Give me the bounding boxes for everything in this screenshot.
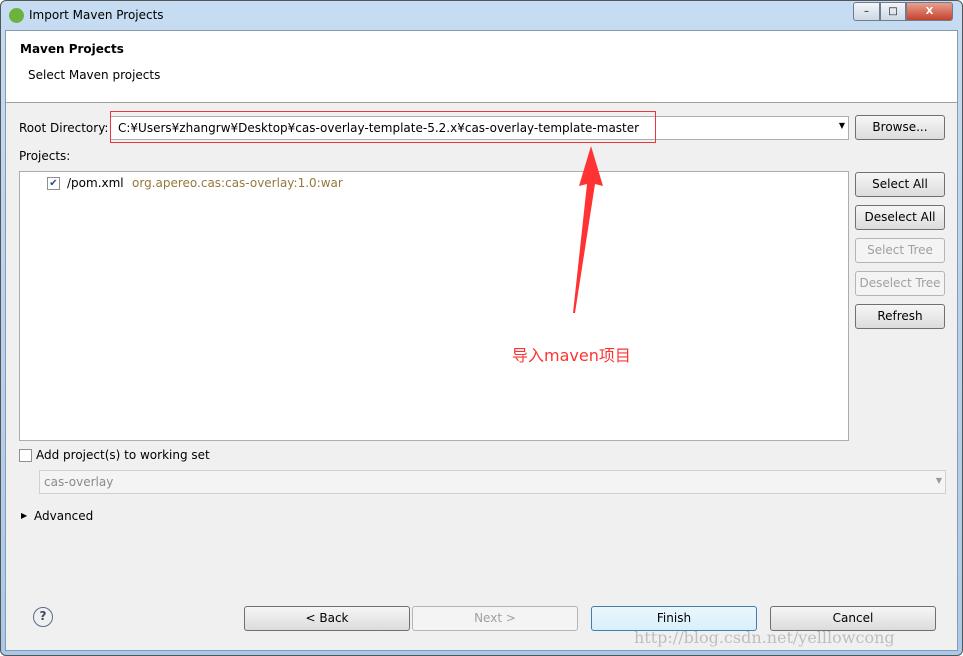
deselect-tree-button[interactable]: Deselect Tree	[855, 271, 945, 296]
working-set-label[interactable]: Add project(s) to working set	[36, 448, 210, 462]
working-set-value: cas-overlay	[44, 475, 114, 489]
dialog-window: Import Maven Projects – □ X Maven Projec…	[0, 0, 963, 656]
help-icon[interactable]: ?	[33, 607, 53, 627]
select-tree-button[interactable]: Select Tree	[855, 238, 945, 263]
annotation-arrow	[573, 146, 603, 313]
close-button[interactable]: X	[906, 2, 953, 21]
maximize-button[interactable]: □	[880, 2, 906, 21]
browse-button[interactable]: Browse...	[855, 115, 945, 140]
projects-label: Projects:	[19, 149, 71, 163]
annotation-text: 导入maven项目	[512, 346, 631, 365]
wizard-header: Maven Projects Select Maven projects	[6, 31, 957, 103]
select-all-button[interactable]: Select All	[855, 172, 945, 197]
refresh-button[interactable]: Refresh	[855, 304, 945, 329]
watermark: http://blog.csdn.net/yelllowcong	[634, 628, 895, 647]
advanced-section-toggle[interactable]: Advanced	[34, 509, 93, 523]
deselect-all-button[interactable]: Deselect All	[855, 205, 945, 230]
next-button[interactable]: Next >	[412, 606, 578, 631]
back-button[interactable]: < Back	[244, 606, 410, 631]
spring-app-icon	[9, 8, 24, 23]
page-title: Maven Projects	[20, 42, 124, 56]
working-set-checkbox[interactable]	[19, 449, 32, 462]
window-title: Import Maven Projects	[29, 8, 164, 22]
project-name[interactable]: /pom.xml	[67, 176, 124, 190]
root-directory-label: Root Directory:	[19, 121, 109, 135]
project-coordinates: org.apereo.cas:cas-overlay:1.0:war	[132, 176, 343, 190]
working-set-combo[interactable]: cas-overlay ▼	[39, 470, 946, 494]
minimize-button[interactable]: –	[853, 2, 880, 21]
page-subtitle: Select Maven projects	[28, 68, 161, 82]
project-checkbox[interactable]: ✔	[47, 177, 60, 190]
dialog-client: Maven Projects Select Maven projects Roo…	[5, 30, 958, 651]
annotation-highlight-box	[110, 111, 656, 143]
chevron-down-icon[interactable]: ▼	[936, 476, 942, 485]
projects-tree: ✔ /pom.xml org.apereo.cas:cas-overlay:1.…	[19, 171, 849, 441]
expand-triangle-icon[interactable]: ▶	[21, 511, 27, 520]
chevron-down-icon[interactable]: ▼	[839, 121, 845, 130]
